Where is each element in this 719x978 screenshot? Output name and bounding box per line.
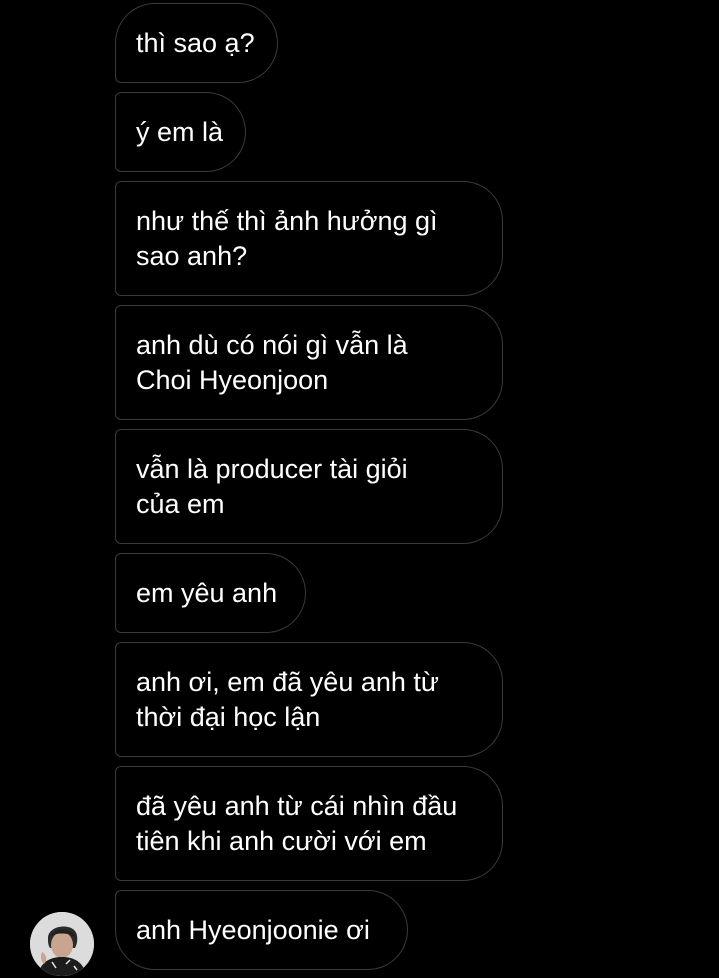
message-text: anh ơi, em đã yêu anh từ thời đại học lậ… xyxy=(136,666,439,732)
message-text: anh dù có nói gì vẫn là Choi Hyeonjoon xyxy=(136,329,408,395)
message-text: như thế thì ảnh hưởng gì sao anh? xyxy=(136,205,438,271)
message-text: thì sao ạ? xyxy=(136,27,255,58)
message-thread: thì sao ạ? ý em là như thế thì ảnh hưởng… xyxy=(0,0,719,978)
message-bubble[interactable]: ý em là xyxy=(115,92,246,172)
message-text: em yêu anh xyxy=(136,577,278,608)
message-bubble[interactable]: vẫn là producer tài giỏi của em xyxy=(115,429,503,544)
message-bubble[interactable]: như thế thì ảnh hưởng gì sao anh? xyxy=(115,181,503,296)
message-text: ý em là xyxy=(136,116,224,147)
message-bubble[interactable]: anh Hyeonjoonie ơi xyxy=(115,890,408,970)
message-bubble[interactable]: anh dù có nói gì vẫn là Choi Hyeonjoon xyxy=(115,305,503,420)
sender-avatar[interactable] xyxy=(30,912,94,976)
message-bubble[interactable]: đã yêu anh từ cái nhìn đầu tiên khi anh … xyxy=(115,766,503,881)
message-bubble[interactable]: em yêu anh xyxy=(115,553,306,633)
message-bubble[interactable]: anh ơi, em đã yêu anh từ thời đại học lậ… xyxy=(115,642,503,757)
message-text: đã yêu anh từ cái nhìn đầu tiên khi anh … xyxy=(136,790,458,856)
message-text: anh Hyeonjoonie ơi xyxy=(136,914,370,945)
message-text: vẫn là producer tài giỏi của em xyxy=(136,453,408,519)
avatar-photo-icon xyxy=(30,912,94,976)
message-bubble[interactable]: thì sao ạ? xyxy=(115,3,278,83)
